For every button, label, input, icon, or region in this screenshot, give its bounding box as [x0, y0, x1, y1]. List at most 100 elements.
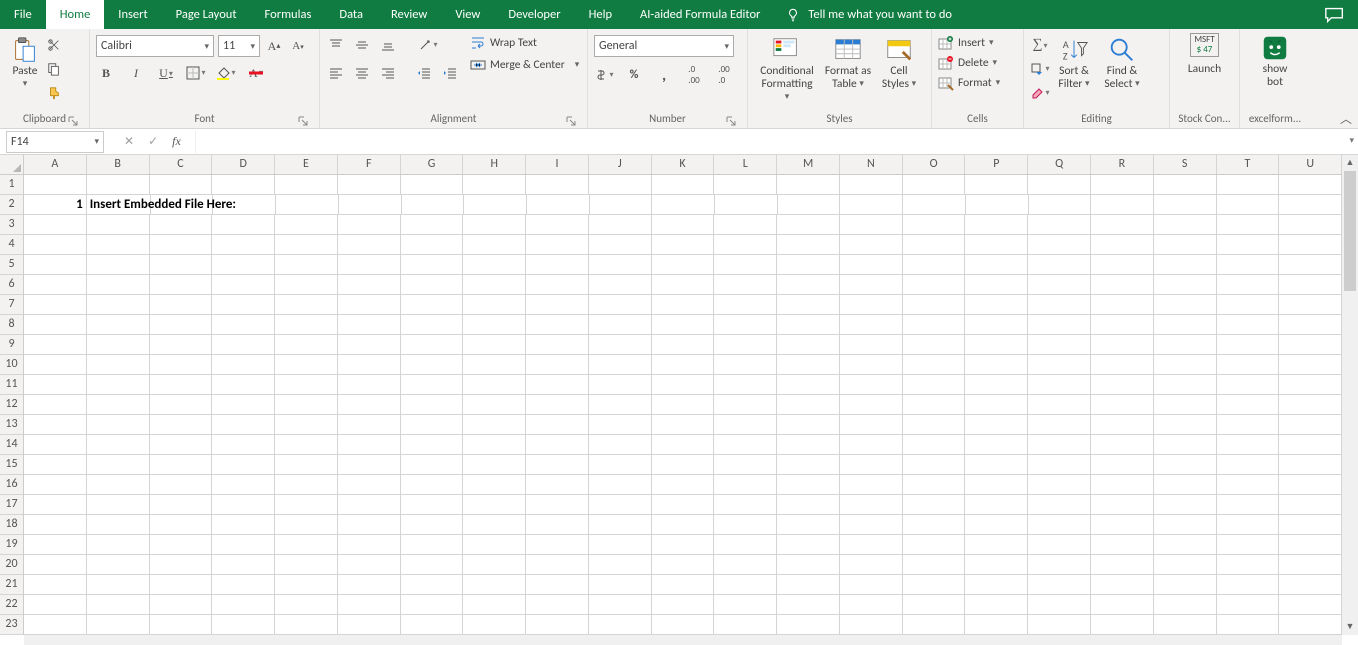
cell-H14[interactable]	[463, 435, 526, 455]
cell-O5[interactable]	[903, 255, 966, 275]
cell-M1[interactable]	[777, 175, 840, 195]
tell-me-search[interactable]: Tell me what you want to do	[774, 7, 964, 22]
cell-O11[interactable]	[903, 375, 966, 395]
cell-H16[interactable]	[463, 475, 526, 495]
cell-N4[interactable]	[840, 235, 903, 255]
cell-F11[interactable]	[338, 375, 401, 395]
cell-H10[interactable]	[463, 355, 526, 375]
cell-G12[interactable]	[401, 395, 464, 415]
cell-J14[interactable]	[589, 435, 652, 455]
cell-T13[interactable]	[1217, 415, 1280, 435]
cell-P6[interactable]	[965, 275, 1028, 295]
cell-R15[interactable]	[1091, 455, 1154, 475]
cell-A19[interactable]	[24, 535, 87, 555]
cell-N10[interactable]	[840, 355, 903, 375]
cell-A20[interactable]	[24, 555, 87, 575]
cell-R16[interactable]	[1091, 475, 1154, 495]
cell-C5[interactable]	[150, 255, 213, 275]
cell-S14[interactable]	[1154, 435, 1217, 455]
cell-N3[interactable]	[840, 215, 903, 235]
tab-developer[interactable]: Developer	[494, 0, 574, 29]
cell-L22[interactable]	[714, 595, 777, 615]
cell-D13[interactable]	[212, 415, 275, 435]
cell-R19[interactable]	[1091, 535, 1154, 555]
cell-S3[interactable]	[1154, 215, 1217, 235]
row-header-20[interactable]: 20	[0, 555, 23, 575]
insert-function-button[interactable]: fx	[172, 134, 181, 149]
fill-color-button[interactable]	[216, 63, 236, 83]
cell-M19[interactable]	[777, 535, 840, 555]
font-color-button[interactable]: A	[246, 63, 266, 83]
cell-F10[interactable]	[338, 355, 401, 375]
comma-format-button[interactable]: ,	[654, 65, 674, 85]
cell-I13[interactable]	[526, 415, 589, 435]
cell-N19[interactable]	[840, 535, 903, 555]
cell-H12[interactable]	[463, 395, 526, 415]
cell-L2[interactable]	[715, 195, 778, 215]
cell-Q16[interactable]	[1028, 475, 1091, 495]
cell-O19[interactable]	[903, 535, 966, 555]
cell-K5[interactable]	[652, 255, 715, 275]
cell-P19[interactable]	[965, 535, 1028, 555]
cell-R17[interactable]	[1091, 495, 1154, 515]
cell-E17[interactable]	[275, 495, 338, 515]
cell-J12[interactable]	[589, 395, 652, 415]
cell-Q22[interactable]	[1028, 595, 1091, 615]
cell-U6[interactable]	[1279, 275, 1342, 295]
cell-A7[interactable]	[24, 295, 87, 315]
cell-K15[interactable]	[652, 455, 715, 475]
cell-M22[interactable]	[777, 595, 840, 615]
cell-T15[interactable]	[1217, 455, 1280, 475]
cell-C13[interactable]	[150, 415, 213, 435]
cell-G8[interactable]	[401, 315, 464, 335]
cell-Q4[interactable]	[1028, 235, 1091, 255]
cell-styles-button[interactable]: Cell Styles ▾	[876, 33, 922, 93]
cell-L4[interactable]	[714, 235, 777, 255]
increase-decimal-button[interactable]: .0.00	[684, 65, 704, 85]
cell-K17[interactable]	[652, 495, 715, 515]
cut-button[interactable]	[44, 35, 64, 55]
cell-M11[interactable]	[777, 375, 840, 395]
cell-G13[interactable]	[401, 415, 464, 435]
row-header-12[interactable]: 12	[0, 395, 23, 415]
cell-D19[interactable]	[212, 535, 275, 555]
number-launcher-icon[interactable]	[725, 115, 737, 127]
tab-insert[interactable]: Insert	[104, 0, 161, 29]
column-header-A[interactable]: A	[24, 155, 87, 174]
cell-E12[interactable]	[275, 395, 338, 415]
cell-H15[interactable]	[463, 455, 526, 475]
column-header-U[interactable]: U	[1279, 155, 1342, 174]
cell-F18[interactable]	[338, 515, 401, 535]
cell-L21[interactable]	[714, 575, 777, 595]
cell-F12[interactable]	[338, 395, 401, 415]
cell-I11[interactable]	[526, 375, 589, 395]
cell-A2[interactable]: 1	[24, 195, 87, 215]
cell-I9[interactable]	[526, 335, 589, 355]
column-header-O[interactable]: O	[903, 155, 966, 174]
cell-F9[interactable]	[338, 335, 401, 355]
cell-K4[interactable]	[652, 235, 715, 255]
cell-R20[interactable]	[1091, 555, 1154, 575]
cell-R1[interactable]	[1091, 175, 1154, 195]
cell-F20[interactable]	[338, 555, 401, 575]
cell-F5[interactable]	[338, 255, 401, 275]
cell-C3[interactable]	[150, 215, 213, 235]
cell-R21[interactable]	[1091, 575, 1154, 595]
cell-M21[interactable]	[777, 575, 840, 595]
cell-H6[interactable]	[463, 275, 526, 295]
cell-U5[interactable]	[1279, 255, 1342, 275]
row-header-16[interactable]: 16	[0, 475, 23, 495]
expand-formula-bar-button[interactable]: ▾	[1349, 135, 1354, 146]
cell-Q10[interactable]	[1028, 355, 1091, 375]
cell-D18[interactable]	[212, 515, 275, 535]
cell-M2[interactable]	[778, 195, 841, 215]
cell-H4[interactable]	[463, 235, 526, 255]
cell-G6[interactable]	[401, 275, 464, 295]
cell-T12[interactable]	[1217, 395, 1280, 415]
cell-M20[interactable]	[777, 555, 840, 575]
accounting-format-button[interactable]	[594, 65, 614, 85]
cell-O15[interactable]	[903, 455, 966, 475]
row-header-10[interactable]: 10	[0, 355, 23, 375]
scroll-down-button[interactable]: ▼	[1342, 619, 1358, 635]
cell-S19[interactable]	[1154, 535, 1217, 555]
